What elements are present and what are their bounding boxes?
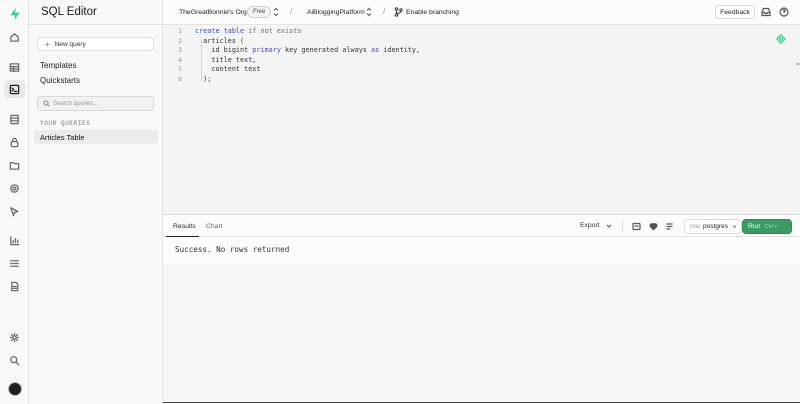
results-empty-area <box>163 264 800 404</box>
line-number: 6 <box>178 75 182 83</box>
run-shortcut: Ctrl ↵ <box>764 223 780 230</box>
run-button[interactable]: Run Ctrl ↵ <box>742 219 792 234</box>
line-number: 1 <box>178 27 182 35</box>
save-snippet-icon[interactable] <box>632 222 641 231</box>
assistant-diamond-icon[interactable] <box>775 33 787 45</box>
export-button[interactable]: Export <box>580 222 612 229</box>
results-toolbar: Results Chart Export role postgres Run C… <box>163 214 800 237</box>
sidebar-title: SQL Editor <box>41 6 97 18</box>
code-line-3[interactable]: id bigint primary key generated always a… <box>195 46 420 56</box>
search-icon[interactable] <box>4 351 25 369</box>
role-value: postgres <box>703 223 728 230</box>
breadcrumb-separator: / <box>290 7 293 16</box>
search-icon <box>43 100 50 107</box>
supabase-logo-icon[interactable] <box>4 5 25 23</box>
database-icon[interactable] <box>4 110 25 128</box>
code-token: primary <box>252 46 281 55</box>
sql-editor-icon[interactable] <box>4 80 25 98</box>
nav-rail <box>0 0 29 404</box>
line-number: 3 <box>178 46 182 55</box>
code-editor[interactable]: 1 2 3 4 5 6 create table if not exists a… <box>163 25 800 214</box>
code-line-6[interactable]: ); <box>195 75 211 85</box>
favorite-heart-icon[interactable] <box>649 222 658 231</box>
home-icon[interactable] <box>4 28 25 46</box>
code-token: create <box>195 27 220 35</box>
code-line-2[interactable]: articles ( <box>195 37 244 47</box>
divider <box>622 220 623 233</box>
table-editor-icon[interactable] <box>4 58 25 76</box>
search-placeholder: Search queries... <box>53 100 99 107</box>
realtime-icon[interactable] <box>4 202 25 220</box>
divider <box>163 402 800 403</box>
code-token: exists <box>276 27 302 35</box>
code-token: not <box>260 27 273 35</box>
divider <box>29 24 162 25</box>
enable-branching-button[interactable]: Enable branching <box>406 8 459 18</box>
project-switcher-chevron-icon[interactable] <box>366 7 372 17</box>
export-label: Export <box>580 222 600 229</box>
plan-badge: Free <box>247 6 272 18</box>
role-prefix: role <box>690 223 701 230</box>
code-token: if <box>248 27 257 35</box>
user-avatar-icon[interactable] <box>4 380 25 398</box>
logs-icon[interactable] <box>4 254 25 272</box>
inbox-icon[interactable] <box>761 7 771 17</box>
section-label: YOUR QUERIES <box>40 120 91 127</box>
settings-gear-icon[interactable] <box>4 328 25 346</box>
tab-chart[interactable]: Chart <box>206 222 223 232</box>
code-token: table <box>223 27 245 35</box>
new-query-label: New query <box>54 40 86 48</box>
code-token: as <box>370 46 380 55</box>
result-message: Success. No rows returned <box>175 245 290 254</box>
role-selector[interactable]: role postgres <box>684 219 742 234</box>
format-lines-icon[interactable] <box>665 222 674 231</box>
reports-icon[interactable] <box>4 231 25 249</box>
run-label: Run <box>748 223 761 230</box>
docs-icon[interactable] <box>4 277 25 295</box>
code-line-1[interactable]: create table if not exists <box>195 27 301 37</box>
query-item-articles-table[interactable]: Articles Table <box>34 130 158 144</box>
auth-lock-icon[interactable] <box>4 133 25 151</box>
tab-results[interactable]: Results <box>173 222 196 232</box>
breadcrumb-separator: / <box>383 7 386 16</box>
chevron-down-icon <box>732 225 737 229</box>
new-query-button[interactable]: + New query <box>37 37 154 51</box>
code-line-4[interactable]: title text, <box>195 56 256 66</box>
line-number-gutter: 1 2 3 4 5 6 <box>163 25 188 214</box>
chevron-down-icon <box>606 224 612 228</box>
line-number: 2 <box>178 36 182 45</box>
templates-link[interactable]: Templates <box>40 61 76 70</box>
quickstarts-link[interactable]: Quickstarts <box>40 76 80 85</box>
org-switcher-chevron-icon[interactable] <box>273 7 279 17</box>
org-name-breadcrumb[interactable]: TheGreatBonnie's Org <box>179 8 247 18</box>
help-icon[interactable] <box>779 7 789 17</box>
git-branch-icon <box>394 7 403 17</box>
storage-icon[interactable] <box>4 156 25 174</box>
feedback-button[interactable]: Feedback <box>715 5 755 19</box>
results-panel: Success. No rows returned <box>163 237 800 264</box>
plus-icon: + <box>45 39 50 49</box>
sql-editor-sidebar: SQL Editor + New query Templates Quickst… <box>29 0 163 404</box>
line-number: 4 <box>178 55 182 64</box>
code-line-5[interactable]: content text <box>195 65 260 75</box>
avatar[interactable] <box>7 382 22 396</box>
top-bar: TheGreatBonnie's Org Free / AiBloggingPl… <box>163 0 800 25</box>
edge-functions-icon[interactable] <box>4 179 25 197</box>
line-number: 5 <box>178 65 182 74</box>
scrollbar-marker <box>796 63 800 65</box>
project-name-breadcrumb[interactable]: AiBloggingPlatform <box>307 8 365 18</box>
query-item-label: Articles Table <box>40 132 85 142</box>
search-queries-input[interactable]: Search queries... <box>37 96 154 111</box>
